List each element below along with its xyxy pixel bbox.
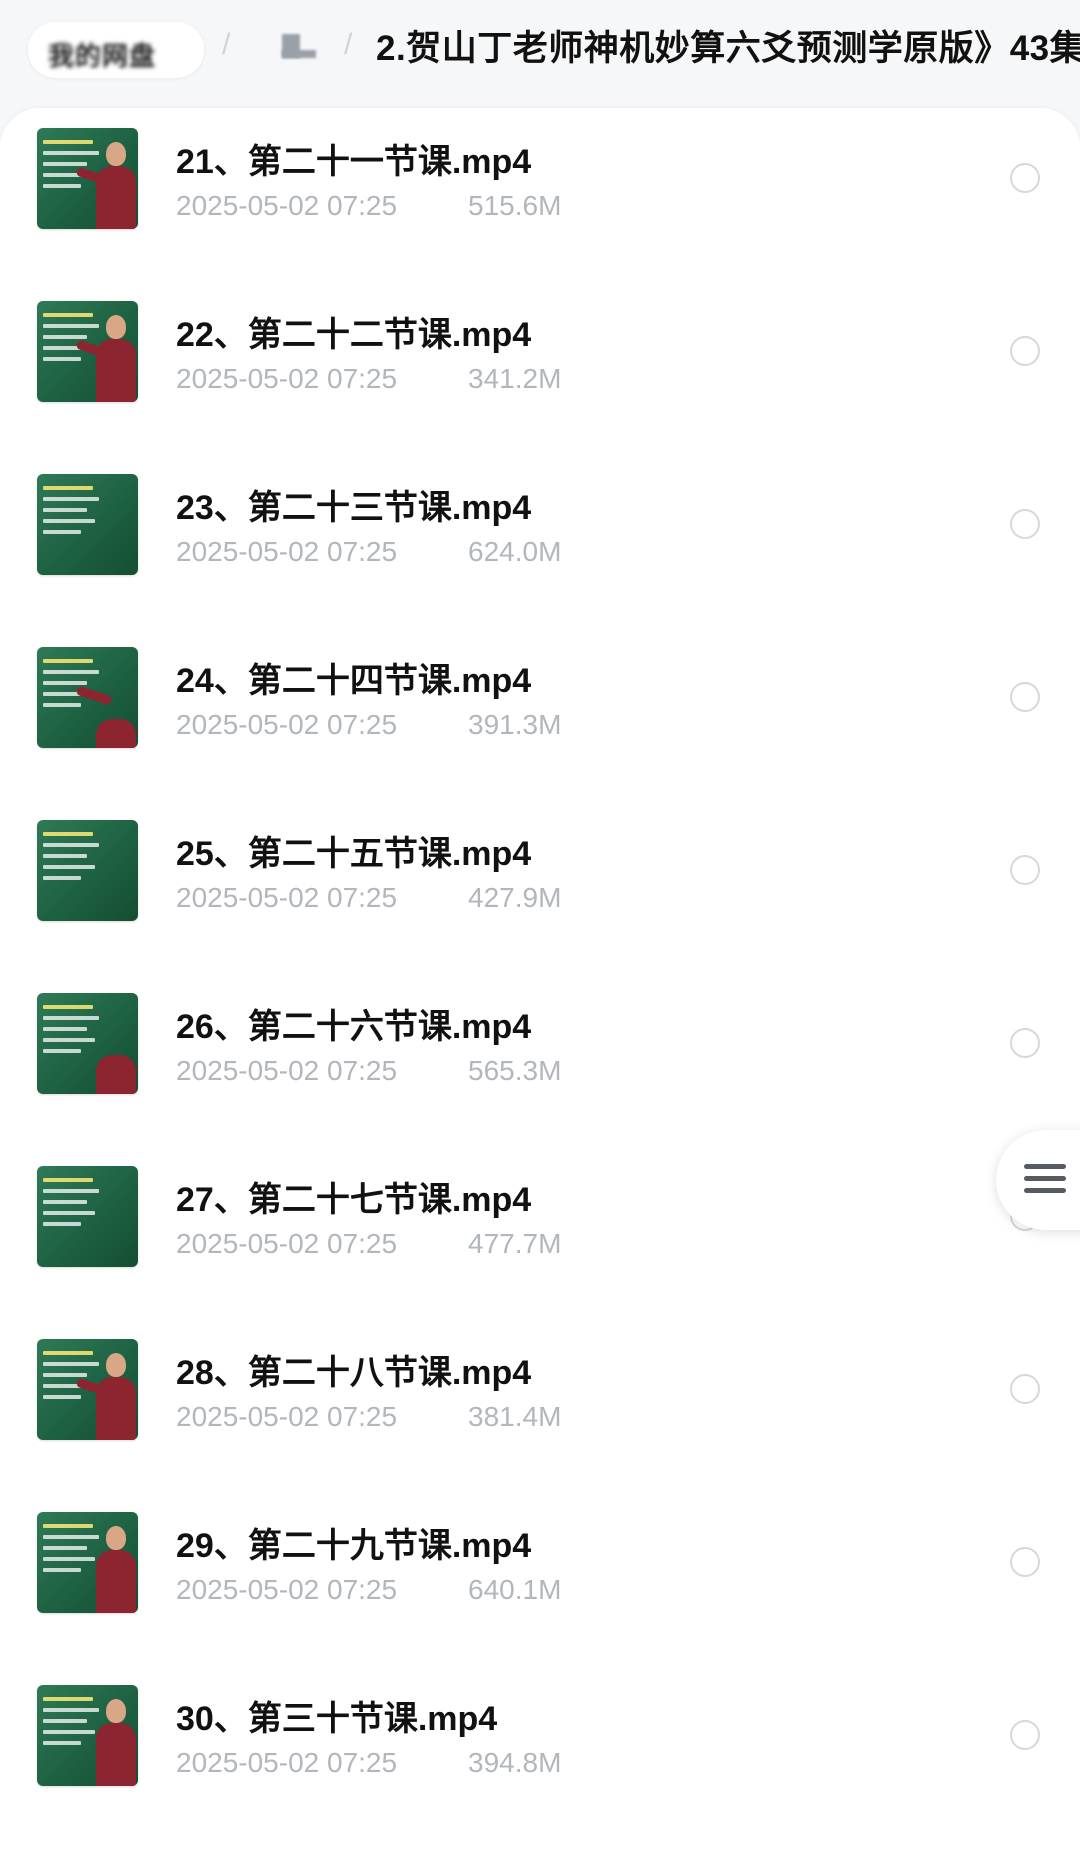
file-row[interactable]: 30、第三十节课.mp4 2025-05-02 07:25 394.8M — [0, 1665, 1080, 1838]
file-size: 341.2M — [468, 363, 562, 394]
select-radio-icon[interactable] — [1010, 1028, 1040, 1058]
file-size: 624.0M — [468, 536, 562, 567]
breadcrumb-root[interactable]: 我的网盘 — [28, 22, 204, 78]
video-thumbnail — [37, 1512, 138, 1613]
file-size: 640.1M — [468, 1574, 562, 1605]
select-radio-icon[interactable] — [1010, 163, 1040, 193]
file-size: 391.3M — [468, 709, 562, 740]
select-radio-icon[interactable] — [1010, 509, 1040, 539]
file-name: 28、第二十八节课.mp4 — [176, 1354, 532, 1392]
file-size: 515.6M — [468, 190, 562, 221]
file-name: 21、第二十一节课.mp4 — [176, 143, 532, 181]
video-thumbnail — [37, 1166, 138, 1267]
select-radio-icon[interactable] — [1010, 682, 1040, 712]
file-row[interactable]: 21、第二十一节课.mp4 2025-05-02 07:25 515.6M — [0, 108, 1080, 281]
file-row[interactable]: 27、第二十七节课.mp4 2025-05-02 07:25 477.7M — [0, 1146, 1080, 1319]
file-size: 477.7M — [468, 1228, 562, 1259]
file-row[interactable]: 28、第二十八节课.mp4 2025-05-02 07:25 381.4M — [0, 1319, 1080, 1492]
file-row[interactable]: 26、第二十六节课.mp4 2025-05-02 07:25 565.3M — [0, 973, 1080, 1146]
select-radio-icon[interactable] — [1010, 1374, 1040, 1404]
file-date: 2025-05-02 07:25 — [176, 1401, 398, 1432]
video-thumbnail — [37, 820, 138, 921]
select-radio-icon[interactable] — [1010, 855, 1040, 885]
file-row[interactable]: 22、第二十二节课.mp4 2025-05-02 07:25 341.2M — [0, 281, 1080, 454]
file-row[interactable]: 29、第二十九节课.mp4 2025-05-02 07:25 640.1M — [0, 1492, 1080, 1665]
file-date: 2025-05-02 07:25 — [176, 709, 398, 740]
file-date: 2025-05-02 07:25 — [176, 1574, 398, 1605]
breadcrumb-separator: / — [344, 28, 353, 61]
video-thumbnail — [37, 301, 138, 402]
video-thumbnail — [37, 474, 138, 575]
video-thumbnail — [37, 128, 138, 229]
file-date: 2025-05-02 07:25 — [176, 1228, 398, 1259]
file-size: 427.9M — [468, 882, 562, 913]
file-date: 2025-05-02 07:25 — [176, 882, 398, 913]
file-list: 21、第二十一节课.mp4 2025-05-02 07:25 515.6M 22… — [0, 108, 1080, 1868]
video-thumbnail — [37, 1339, 138, 1440]
select-radio-icon[interactable] — [1010, 1720, 1040, 1750]
video-thumbnail — [37, 993, 138, 1094]
file-date: 2025-05-02 07:25 — [176, 363, 398, 394]
file-name: 25、第二十五节课.mp4 — [176, 835, 532, 873]
breadcrumb-bar: 我的网盘 / / 2.贺山丁老师神机妙算六爻预测学原版》43集 — [0, 0, 1080, 108]
file-size: 381.4M — [468, 1401, 562, 1432]
file-row[interactable]: 23、第二十三节课.mp4 2025-05-02 07:25 624.0M — [0, 454, 1080, 627]
file-date: 2025-05-02 07:25 — [176, 1055, 398, 1086]
file-row[interactable]: 25、第二十五节课.mp4 2025-05-02 07:25 427.9M — [0, 800, 1080, 973]
breadcrumb-separator: / — [222, 28, 231, 61]
file-name: 30、第三十节课.mp4 — [176, 1700, 498, 1738]
file-name: 27、第二十七节课.mp4 — [176, 1181, 532, 1219]
file-row[interactable]: 24、第二十四节课.mp4 2025-05-02 07:25 391.3M — [0, 627, 1080, 800]
file-size: 394.8M — [468, 1747, 562, 1778]
file-date: 2025-05-02 07:25 — [176, 190, 398, 221]
file-name: 23、第二十三节课.mp4 — [176, 489, 532, 527]
file-name: 22、第二十二节课.mp4 — [176, 316, 532, 354]
file-name: 26、第二十六节课.mp4 — [176, 1008, 532, 1046]
select-radio-icon[interactable] — [1010, 1547, 1040, 1577]
file-name: 24、第二十四节课.mp4 — [176, 662, 532, 700]
select-radio-icon[interactable] — [1010, 336, 1040, 366]
breadcrumb-root-label: 我的网盘 — [48, 41, 157, 71]
breadcrumb-current-folder: 2.贺山丁老师神机妙算六爻预测学原版》43集 — [376, 29, 1080, 68]
breadcrumb-middle-item[interactable] — [282, 34, 316, 58]
file-date: 2025-05-02 07:25 — [176, 536, 398, 567]
file-date: 2025-05-02 07:25 — [176, 1747, 398, 1778]
file-name: 29、第二十九节课.mp4 — [176, 1527, 532, 1565]
file-size: 565.3M — [468, 1055, 562, 1086]
video-thumbnail — [37, 647, 138, 748]
video-thumbnail — [37, 1685, 138, 1786]
